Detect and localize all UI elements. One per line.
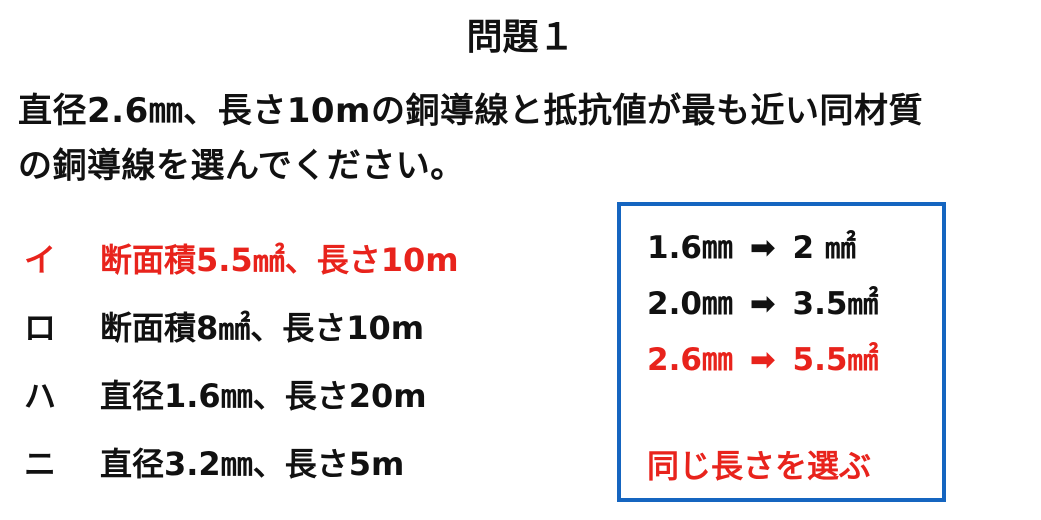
hint-diameter: 1.6㎜ [647,230,733,266]
option-label: 直径1.6㎜、長さ20m [100,377,427,415]
option-ni[interactable]: ニ 直径3.2㎜、長さ5m [24,430,584,498]
arrow-right-icon: ➡ [749,230,776,266]
hint-row-highlighted: 2.6㎜ ➡ 5.5㎟ [647,340,878,380]
option-label: 断面積8㎟、長さ10m [100,309,425,347]
arrow-right-icon: ➡ [749,342,776,378]
option-marker: イ [24,241,57,279]
option-label: 断面積5.5㎟、長さ10m [100,241,459,279]
page-title: 問題１ [466,17,575,58]
hint-box: 1.6㎜ ➡ 2 ㎟ 2.0㎜ ➡ 3.5㎟ 2.6㎜ ➡ 5.5㎟ 同じ長さを… [617,202,946,502]
hint-area: 3.5㎟ [792,286,879,322]
option-label: 直径3.2㎜、長さ5m [100,445,405,483]
option-i[interactable]: イ 断面積5.5㎟、長さ10m [24,226,584,294]
hint-diameter: 2.0㎜ [647,286,733,322]
hint-diameter: 2.6㎜ [647,342,733,378]
question-text: 直径2.6㎜、長さ10mの銅導線と抵抗値が最も近い同材質 の銅導線を選んでくださ… [18,84,1028,194]
hint-note: 同じ長さを選ぶ [647,447,872,485]
hint-area: 5.5㎟ [792,342,879,378]
option-marker: ハ [24,377,57,415]
option-ha[interactable]: ハ 直径1.6㎜、長さ20m [24,362,584,430]
hint-area: 2 ㎟ [792,230,856,266]
answer-options: イ 断面積5.5㎟、長さ10m ロ 断面積8㎟、長さ10m ハ 直径1.6㎜、長… [24,226,584,498]
arrow-right-icon: ➡ [749,286,776,322]
option-marker: ロ [24,309,57,347]
hint-row: 2.0㎜ ➡ 3.5㎟ [647,284,878,324]
option-ro[interactable]: ロ 断面積8㎟、長さ10m [24,294,584,362]
option-marker: ニ [24,445,57,483]
hint-row: 1.6㎜ ➡ 2 ㎟ [647,228,856,268]
question-line-1: 直径2.6㎜、長さ10mの銅導線と抵抗値が最も近い同材質 [18,91,923,131]
question-line-2: の銅導線を選んでください。 [18,146,465,186]
